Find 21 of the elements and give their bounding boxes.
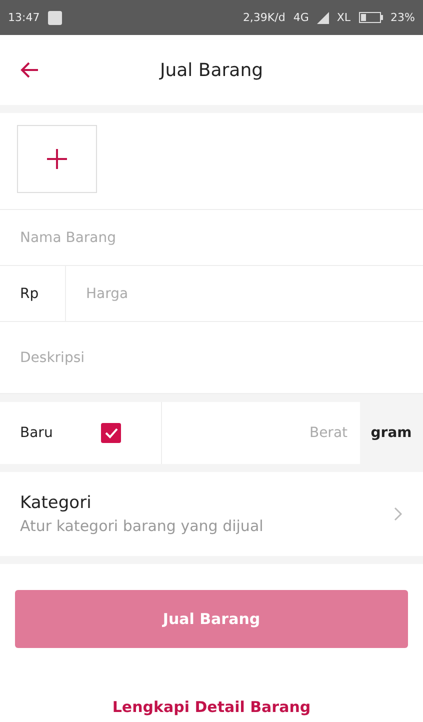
plus-icon [46, 148, 68, 170]
chevron-right-icon [393, 507, 403, 521]
clock: 13:47 [8, 11, 40, 24]
weight-field[interactable]: Berat [162, 402, 360, 464]
condition-checkbox[interactable] [100, 423, 121, 443]
weight-unit: gram [360, 402, 423, 464]
page-title: Jual Barang [158, 60, 264, 80]
condition-label: Baru [20, 425, 53, 441]
signal-icon [316, 12, 329, 24]
carrier-name: XL [336, 11, 351, 24]
battery-level: 23% [390, 11, 415, 24]
price-field[interactable]: Harga [66, 266, 423, 321]
app-notification-icon [48, 10, 62, 24]
complete-details-link[interactable]: Lengkapi Detail Barang [112, 698, 311, 716]
name-field[interactable]: Nama Barang [0, 210, 423, 265]
network-type: 4G [293, 11, 309, 24]
network-speed: 2,39K/d [242, 11, 286, 24]
checkmark-icon [104, 426, 118, 440]
description-field[interactable]: Deskripsi [0, 322, 423, 393]
currency-label: Rp [0, 266, 66, 321]
battery-icon [358, 12, 383, 23]
